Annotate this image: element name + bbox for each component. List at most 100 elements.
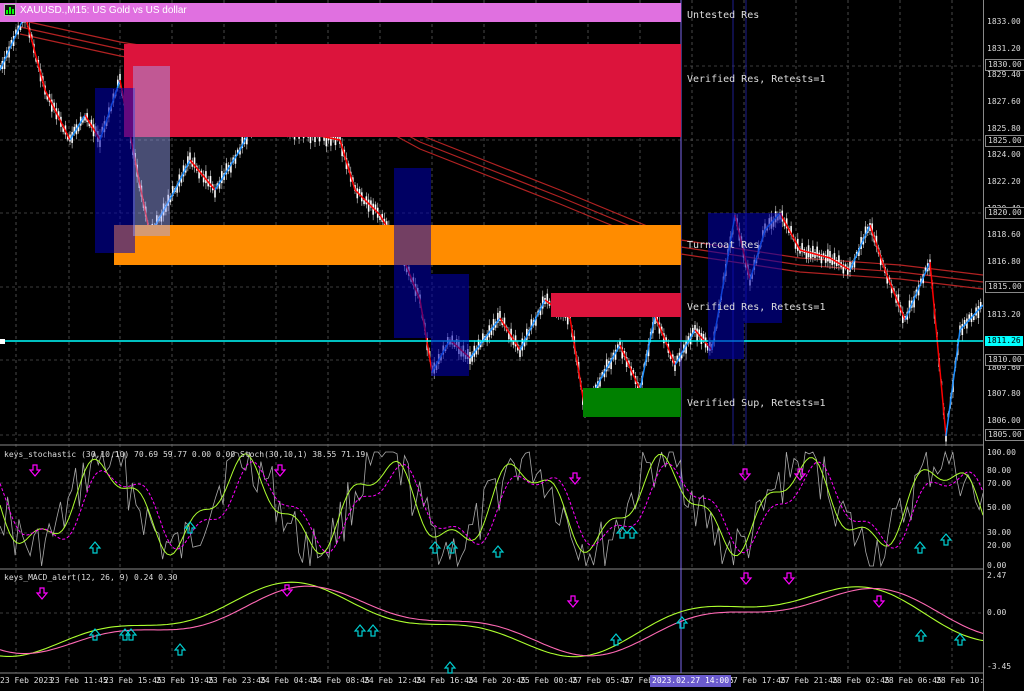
candle-body bbox=[827, 249, 829, 262]
price-tick: 1829.40 bbox=[987, 70, 1021, 79]
time-label: 25 Feb 00:45 bbox=[520, 676, 578, 685]
signal-down-arrow bbox=[280, 584, 294, 597]
price-tag: 1805.00 bbox=[985, 429, 1024, 441]
signal-down-arrow bbox=[739, 572, 753, 585]
zigzag-line bbox=[904, 261, 931, 321]
signal-up-arrow bbox=[353, 624, 367, 637]
stochastic-fast-line bbox=[0, 450, 983, 568]
candle-body bbox=[961, 324, 964, 335]
time-label: 23 Feb 15:45 bbox=[104, 676, 162, 685]
stochastic-label: keys_stochastic (30,10,10) 70.69 59.77 0… bbox=[4, 450, 366, 459]
price-tag: 1825.00 bbox=[985, 135, 1024, 147]
time-label: 28 Feb 02:45 bbox=[832, 676, 890, 685]
macd-signal-line bbox=[0, 585, 983, 657]
stochastic-tick: 80.00 bbox=[987, 466, 1012, 475]
stochastic-tick: 0.00 bbox=[987, 561, 1007, 570]
signal-up-arrow bbox=[491, 545, 505, 558]
macd-line bbox=[0, 581, 983, 658]
signal-down-arrow bbox=[35, 587, 49, 600]
price-tick: 1816.80 bbox=[987, 257, 1021, 266]
price-tag: 1830.00 bbox=[985, 59, 1024, 71]
price-axis[interactable]: 1833.00 1831.20 1829.40 1827.60 1825.80 1824.… bbox=[983, 0, 1024, 691]
signal-up-arrow bbox=[675, 616, 689, 629]
candle-body bbox=[812, 245, 814, 257]
zigzag-line bbox=[24, 14, 46, 91]
zigzag-line bbox=[469, 317, 501, 359]
time-label: 24 Feb 04:45 bbox=[260, 676, 318, 685]
range-box bbox=[133, 66, 170, 236]
price-tick: 1822.20 bbox=[987, 177, 1021, 186]
zigzag-line bbox=[929, 261, 947, 437]
zigzag-line bbox=[339, 139, 356, 191]
crosshair-time-tag: 2023.02.27 14:00 bbox=[650, 675, 732, 687]
range-box bbox=[95, 88, 135, 253]
range-box bbox=[394, 168, 431, 338]
stochastic-tick: 20.00 bbox=[987, 541, 1012, 550]
stochastic-k-line bbox=[0, 453, 983, 557]
candle-body bbox=[807, 245, 810, 258]
zigzag-line bbox=[499, 317, 521, 351]
time-label: 24 Feb 08:45 bbox=[312, 676, 370, 685]
candle-body bbox=[814, 252, 816, 258]
signal-up-arrow bbox=[173, 643, 187, 656]
zigzag-line bbox=[0, 14, 26, 71]
zone-label: Turncoat Res bbox=[687, 240, 760, 251]
chart-type-icon bbox=[4, 4, 16, 16]
signal-up-arrow bbox=[88, 541, 102, 554]
price-line-handle bbox=[0, 339, 5, 344]
signal-up-arrow bbox=[366, 624, 380, 637]
time-label: 28 Feb 06:45 bbox=[884, 676, 942, 685]
signal-up-arrow bbox=[443, 661, 457, 674]
signal-down-arrow bbox=[273, 464, 287, 477]
price-tick: 1818.60 bbox=[987, 230, 1021, 239]
zone-label: Verified Res, Retests=1 bbox=[687, 302, 826, 313]
time-label: 24 Feb 16:45 bbox=[416, 676, 474, 685]
signal-down-arrow bbox=[566, 595, 580, 608]
zone-verified-res-2[interactable] bbox=[551, 293, 681, 317]
candle-body bbox=[833, 253, 836, 265]
price-tick: 1827.60 bbox=[987, 97, 1021, 106]
candle-body bbox=[367, 199, 370, 212]
time-label: 24 Feb 12:45 bbox=[364, 676, 422, 685]
price-tag: 1820.00 bbox=[985, 207, 1024, 219]
price-tick: 1833.00 bbox=[987, 17, 1021, 26]
range-box bbox=[708, 213, 744, 359]
chart-title: XAUUSD.,M15: US Gold vs US dollar bbox=[4, 3, 187, 17]
zone-label: Verified Sup, Retests=1 bbox=[687, 398, 826, 409]
signal-up-arrow bbox=[914, 629, 928, 642]
zigzag-line bbox=[599, 344, 621, 381]
price-tick: 1807.80 bbox=[987, 389, 1021, 398]
zone-verified-res-1[interactable] bbox=[124, 44, 681, 137]
zone-verified-sup[interactable] bbox=[583, 388, 681, 417]
stochastic-tick: 50.00 bbox=[987, 503, 1012, 512]
macd-label: keys_MACD_alert(12, 26, 9) 0.24 0.30 bbox=[4, 573, 178, 582]
price-tick: 1813.20 bbox=[987, 310, 1021, 319]
macd-tick: -3.45 bbox=[987, 662, 1012, 671]
macd-tick: 2.47 bbox=[987, 571, 1007, 580]
candle-body bbox=[696, 328, 698, 341]
stochastic-tick: 100.00 bbox=[987, 448, 1016, 457]
signal-down-arrow bbox=[872, 595, 886, 608]
price-tick: 1806.00 bbox=[987, 416, 1021, 425]
price-tick: 1824.00 bbox=[987, 150, 1021, 159]
zigzag-line bbox=[189, 159, 216, 191]
time-label: 27 Feb 17:45 bbox=[728, 676, 786, 685]
zigzag-line bbox=[654, 314, 676, 366]
price-tag: 1810.00 bbox=[985, 354, 1024, 366]
signal-up-arrow bbox=[913, 541, 927, 554]
candle-body bbox=[205, 171, 207, 184]
current-price-tag: 1811.26 bbox=[985, 336, 1023, 346]
time-label: 27 Feb 21:45 bbox=[780, 676, 838, 685]
zigzag-line bbox=[884, 269, 906, 321]
zone-label: Verified Res, Retests=1 bbox=[687, 74, 826, 85]
stochastic-tick: 30.00 bbox=[987, 528, 1012, 537]
signal-down-arrow bbox=[782, 572, 796, 585]
signal-down-arrow bbox=[738, 468, 752, 481]
signal-down-arrow bbox=[568, 472, 582, 485]
time-label: 27 Feb 05:45 bbox=[572, 676, 630, 685]
signal-up-arrow bbox=[428, 541, 442, 554]
price-tag: 1815.00 bbox=[985, 281, 1024, 293]
candle-body bbox=[977, 306, 980, 318]
time-label: 23 Feb 2023 bbox=[0, 676, 53, 685]
zigzag-line bbox=[354, 189, 381, 216]
